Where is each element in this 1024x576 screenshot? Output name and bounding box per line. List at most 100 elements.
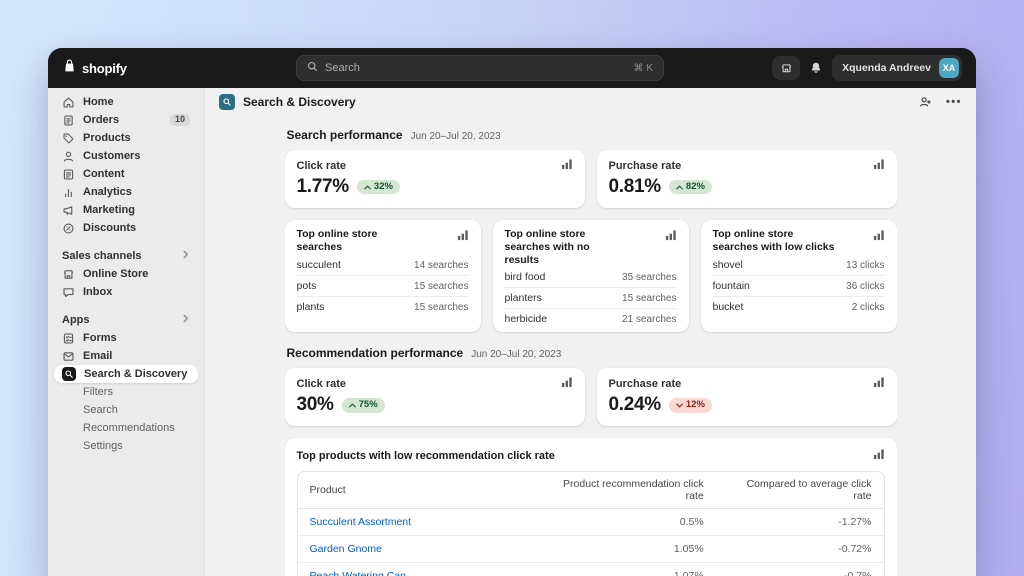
arrow-up-icon: [349, 403, 356, 408]
metric-value: 0.81%: [609, 176, 661, 198]
arrow-up-icon: [676, 185, 683, 190]
orders-icon: [62, 114, 75, 127]
list-item: herbicide21 searches: [505, 308, 677, 329]
date-range: Jun 20–Jul 20, 2023: [471, 349, 561, 360]
browser-window: shopify Search ⌘ K Xquenda Andreev XA: [48, 48, 976, 576]
bar-chart-icon: [561, 376, 573, 391]
marketing-icon: [62, 204, 75, 217]
list-item: bucket2 clicks: [713, 296, 885, 317]
subitem-label: Recommendations: [83, 422, 175, 434]
product-link[interactable]: Garden Gnome: [310, 543, 382, 555]
low-recommendation-products-card: Top products with low recommendation cli…: [285, 438, 897, 576]
table-row: Peach Watering Can 1.07% -0.7%: [298, 563, 884, 576]
brand-text: shopify: [82, 61, 127, 76]
sidebar-item-label: Products: [83, 132, 131, 144]
sidebar-item-customers[interactable]: Customers: [54, 147, 198, 165]
sidebar-item-label: Inbox: [83, 286, 112, 298]
click-rate-value: 1.07%: [532, 563, 716, 576]
sidebar-item-analytics[interactable]: Analytics: [54, 183, 198, 201]
chevron-right-icon: [181, 250, 190, 262]
subitem-label: Filters: [83, 386, 113, 398]
metric-value: 1.77%: [297, 176, 349, 198]
bar-chart-icon: [873, 376, 885, 391]
list-title: Top online store searches with no result…: [505, 228, 627, 267]
list-item: pots15 searches: [297, 275, 469, 296]
recommendation-performance-heading: Recommendation performance Jun 20–Jul 20…: [287, 346, 897, 360]
arrow-down-icon: [676, 403, 683, 408]
sidebar: Home Orders 10 Products Customers Conten…: [48, 88, 205, 576]
rec-click-rate-card: Click rate 30% 75%: [285, 368, 585, 426]
sidebar-item-marketing[interactable]: Marketing: [54, 201, 198, 219]
search-icon: [307, 61, 318, 75]
metric-value: 0.24%: [609, 394, 661, 416]
product-link[interactable]: Succulent Assortment: [310, 516, 412, 528]
global-search-input[interactable]: Search ⌘ K: [296, 55, 664, 81]
section-title: Search performance: [287, 128, 403, 142]
negative-change-badge: 12%: [669, 398, 712, 412]
compared-value: -1.27%: [716, 509, 884, 536]
avatar: XA: [939, 58, 959, 78]
sidebar-item-inbox[interactable]: Inbox: [54, 283, 198, 301]
bell-icon: [809, 61, 823, 75]
sidebar-item-discounts[interactable]: Discounts: [54, 219, 198, 237]
sidebar-item-label: Home: [83, 96, 114, 108]
sidebar-subitem-filters[interactable]: Filters: [54, 383, 198, 401]
home-icon: [62, 96, 75, 109]
storefront-icon: [780, 62, 793, 75]
sidebar-item-label: Email: [83, 350, 112, 362]
click-rate-value: 1.05%: [532, 536, 716, 563]
page-content: Search performance Jun 20–Jul 20, 2023 C…: [285, 116, 897, 576]
sidebar-item-forms[interactable]: Forms: [54, 329, 198, 347]
sidebar-section-apps[interactable]: Apps: [54, 311, 198, 329]
list-title: Top online store searches with low click…: [713, 228, 835, 255]
list-item: fountain36 clicks: [713, 275, 885, 296]
arrow-up-icon: [364, 185, 371, 190]
list-item: bird food35 searches: [505, 267, 677, 287]
list-item: plants15 searches: [297, 296, 469, 317]
inbox-icon: [62, 286, 75, 299]
online-store-icon: [62, 268, 75, 281]
sidebar-item-home[interactable]: Home: [54, 93, 198, 111]
table-row: Succulent Assortment 0.5% -1.27%: [298, 509, 884, 536]
notifications-button[interactable]: [809, 61, 823, 75]
sidebar-item-label: Online Store: [83, 268, 148, 280]
list-title: Top online store searches: [297, 228, 419, 255]
store-preview-button[interactable]: [772, 56, 800, 80]
positive-change-badge: 82%: [669, 180, 712, 194]
main-area: Search & Discovery ••• Search performanc…: [205, 88, 976, 576]
page-app-icon: [219, 94, 235, 110]
bar-chart-icon: [873, 228, 885, 255]
sidebar-item-label: Orders: [83, 114, 119, 126]
compared-value: -0.7%: [716, 563, 884, 576]
sidebar-subitem-recommendations[interactable]: Recommendations: [54, 419, 198, 437]
user-menu[interactable]: Xquenda Andreev XA: [832, 55, 962, 81]
sidebar-item-label: Analytics: [83, 186, 132, 198]
sidebar-subitem-search[interactable]: Search: [54, 401, 198, 419]
sidebar-section-sales-channels[interactable]: Sales channels: [54, 247, 198, 265]
customers-icon: [62, 150, 75, 163]
table-title: Top products with low recommendation cli…: [297, 450, 555, 462]
topbar: shopify Search ⌘ K Xquenda Andreev XA: [48, 48, 976, 88]
forms-icon: [62, 332, 75, 345]
shopify-logo[interactable]: shopify: [62, 58, 288, 78]
metric-label: Purchase rate: [609, 378, 682, 390]
search-click-rate-card: Click rate 1.77% 32%: [285, 150, 585, 208]
more-menu-icon[interactable]: •••: [946, 96, 962, 108]
sidebar-item-orders[interactable]: Orders 10: [54, 111, 198, 129]
metric-value: 30%: [297, 394, 334, 416]
sidebar-item-email[interactable]: Email: [54, 347, 198, 365]
sidebar-item-online-store[interactable]: Online Store: [54, 265, 198, 283]
page-header: Search & Discovery •••: [205, 88, 976, 116]
sidebar-item-content[interactable]: Content: [54, 165, 198, 183]
rec-purchase-rate-card: Purchase rate 0.24% 12%: [597, 368, 897, 426]
column-header-compared: Compared to average click rate: [716, 472, 884, 509]
product-link[interactable]: Peach Watering Can: [310, 570, 407, 576]
sidebar-item-products[interactable]: Products: [54, 129, 198, 147]
column-header-product: Product: [298, 472, 532, 509]
sidebar-subitem-settings[interactable]: Settings: [54, 437, 198, 455]
add-user-icon[interactable]: [918, 95, 932, 109]
bar-chart-icon: [873, 158, 885, 173]
shopify-bag-icon: [62, 58, 77, 78]
sidebar-item-search-discovery[interactable]: Search & Discovery: [54, 365, 198, 383]
orders-count-badge: 10: [170, 114, 190, 126]
